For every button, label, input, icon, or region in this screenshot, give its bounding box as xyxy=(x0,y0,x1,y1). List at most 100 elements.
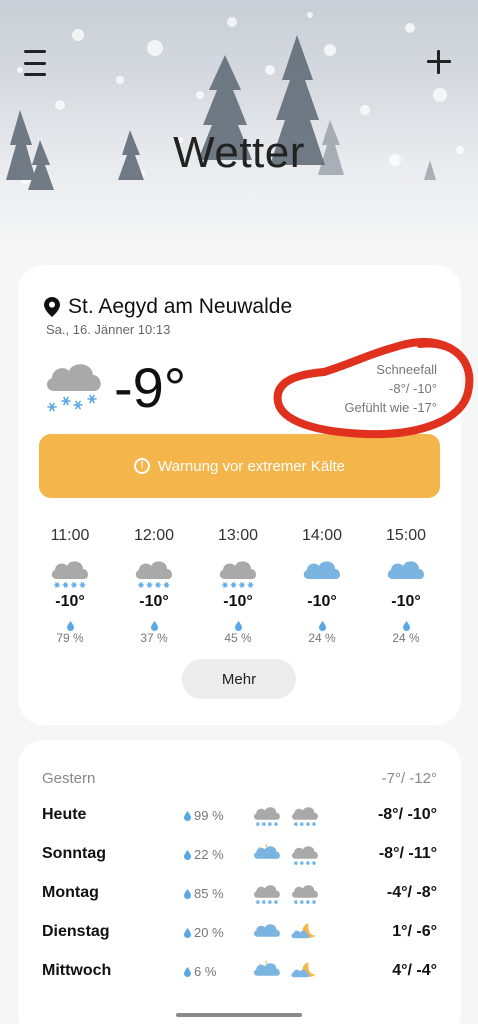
droplet-icon xyxy=(184,810,191,821)
day-icons xyxy=(252,804,322,827)
droplet-icon xyxy=(318,621,326,631)
day-precip: 6 % xyxy=(184,964,252,979)
add-location-button[interactable] xyxy=(424,47,454,77)
droplet-icon xyxy=(150,621,158,631)
snow-cloud-icon xyxy=(291,845,318,865)
droplet-icon xyxy=(184,966,191,977)
hour-precip: 79 % xyxy=(30,621,110,645)
yesterday-row: Gestern -7°/ -12° xyxy=(42,770,437,787)
hourly-item[interactable]: 13:00 -10° 45 % xyxy=(198,527,278,645)
droplet-icon xyxy=(402,621,410,631)
precip-value: 22 % xyxy=(194,846,224,862)
snow-cloud-icon xyxy=(291,806,318,826)
hour-temp: -10° xyxy=(391,593,421,610)
daily-forecast-card[interactable]: Gestern -7°/ -12° Heute 99 % -8°/ -10° S… xyxy=(18,740,461,1024)
hamburger-menu-icon xyxy=(24,50,46,53)
cloud-icon xyxy=(253,923,280,937)
droplet-icon xyxy=(184,888,191,899)
droplet-icon xyxy=(184,849,191,860)
precip-value: 45 % xyxy=(224,631,252,645)
day-range: -8°/ -11° xyxy=(378,845,437,862)
precip-value: 37 % xyxy=(140,631,168,645)
cloud-icon xyxy=(303,561,341,579)
hour-temp: -10° xyxy=(55,593,85,610)
day-name: Heute xyxy=(42,806,87,823)
more-button[interactable]: Mehr xyxy=(182,659,296,699)
day-range: -4°/ -8° xyxy=(386,884,437,901)
day-precip: 99 % xyxy=(184,808,252,823)
day-name: Montag xyxy=(42,884,99,901)
snow-cloud-icon xyxy=(253,806,280,826)
day-name: Mittwoch xyxy=(42,962,112,979)
day-row[interactable]: Mittwoch 6 % 4°/ -4° xyxy=(42,958,437,984)
hourly-forecast[interactable]: 11:00 -10° 79 % 12:00 -10° 37 % 13:00 -1… xyxy=(18,527,461,647)
menu-button[interactable] xyxy=(24,50,52,76)
hour-precip: 24 % xyxy=(366,621,446,645)
day-precip: 20 % xyxy=(184,925,252,940)
hourly-item[interactable]: 15:00 -10° 24 % xyxy=(366,527,446,645)
hour-precip: 45 % xyxy=(198,621,278,645)
hour-temp: -10° xyxy=(139,593,169,610)
sun-cloud-icon xyxy=(253,843,280,859)
location-row: St. Aegyd am Neuwalde xyxy=(44,295,292,319)
precip-value: 24 % xyxy=(308,631,336,645)
current-datetime: Sa., 16. Jänner 10:13 xyxy=(46,322,171,337)
droplet-icon xyxy=(184,927,191,938)
hour-time: 13:00 xyxy=(217,527,259,544)
day-range: -8°/ -10° xyxy=(377,806,437,823)
snow-cloud-icon xyxy=(51,561,89,588)
location-name: St. Aegyd am Neuwalde xyxy=(68,295,293,318)
hourly-item[interactable]: 12:00 -10° 37 % xyxy=(114,527,194,645)
day-icons xyxy=(252,882,322,905)
day-range: 4°/ -4° xyxy=(392,962,437,979)
snow-cloud-icon xyxy=(291,884,318,904)
day-name: Dienstag xyxy=(42,923,110,940)
day-row[interactable]: Dienstag 20 % 1°/ -6° xyxy=(42,919,437,945)
current-temperature: -9° xyxy=(114,356,187,419)
precip-value: 20 % xyxy=(194,924,224,940)
day-range: 1°/ -6° xyxy=(392,923,437,940)
day-icons xyxy=(252,960,322,983)
cloud-icon xyxy=(387,561,425,579)
day-name: Sonntag xyxy=(42,845,106,862)
droplet-icon xyxy=(66,621,74,631)
droplet-icon xyxy=(234,621,242,631)
home-indicator[interactable] xyxy=(176,1013,302,1017)
precip-value: 85 % xyxy=(194,885,224,901)
snowy-forest-background xyxy=(6,12,464,190)
red-annotation-circle xyxy=(273,338,474,439)
day-row[interactable]: Sonntag 22 % -8°/ -11° xyxy=(42,841,437,867)
day-icons xyxy=(252,843,322,866)
moon-cloud-icon xyxy=(291,961,316,977)
warning-icon: ! xyxy=(133,458,150,474)
precip-value: 24 % xyxy=(392,631,420,645)
hour-precip: 37 % xyxy=(114,621,194,645)
hour-temp: -10° xyxy=(307,593,337,610)
hourly-item[interactable]: 11:00 -10° 79 % xyxy=(30,527,110,645)
day-precip: 22 % xyxy=(184,847,252,862)
hour-time: 11:00 xyxy=(50,527,90,544)
warning-text: Warnung vor extremer Kälte xyxy=(157,457,346,475)
sun-cloud-icon xyxy=(253,960,280,976)
precip-value: 99 % xyxy=(194,807,224,823)
hour-time: 12:00 xyxy=(133,527,175,544)
yesterday-label: Gestern xyxy=(42,770,96,787)
header-hero: Wetter xyxy=(0,0,478,250)
snow-cloud-icon xyxy=(219,561,257,588)
hour-precip: 24 % xyxy=(282,621,362,645)
hour-time: 14:00 xyxy=(301,527,343,544)
location-pin-icon xyxy=(44,297,60,317)
precip-value: 6 % xyxy=(194,963,217,979)
hourly-item[interactable]: 14:00 -10° 24 % xyxy=(282,527,362,645)
hour-time: 15:00 xyxy=(385,527,427,544)
day-row[interactable]: Heute 99 % -8°/ -10° xyxy=(42,802,437,828)
hour-temp: -10° xyxy=(223,593,253,610)
precip-value: 79 % xyxy=(56,631,84,645)
snow-cloud-icon xyxy=(46,364,101,412)
day-icons xyxy=(252,921,322,944)
moon-cloud-icon xyxy=(291,922,316,938)
snow-cloud-icon xyxy=(253,884,280,904)
page-title: Wetter xyxy=(173,128,305,177)
snow-cloud-icon xyxy=(135,561,173,588)
day-row[interactable]: Montag 85 % -4°/ -8° xyxy=(42,880,437,906)
